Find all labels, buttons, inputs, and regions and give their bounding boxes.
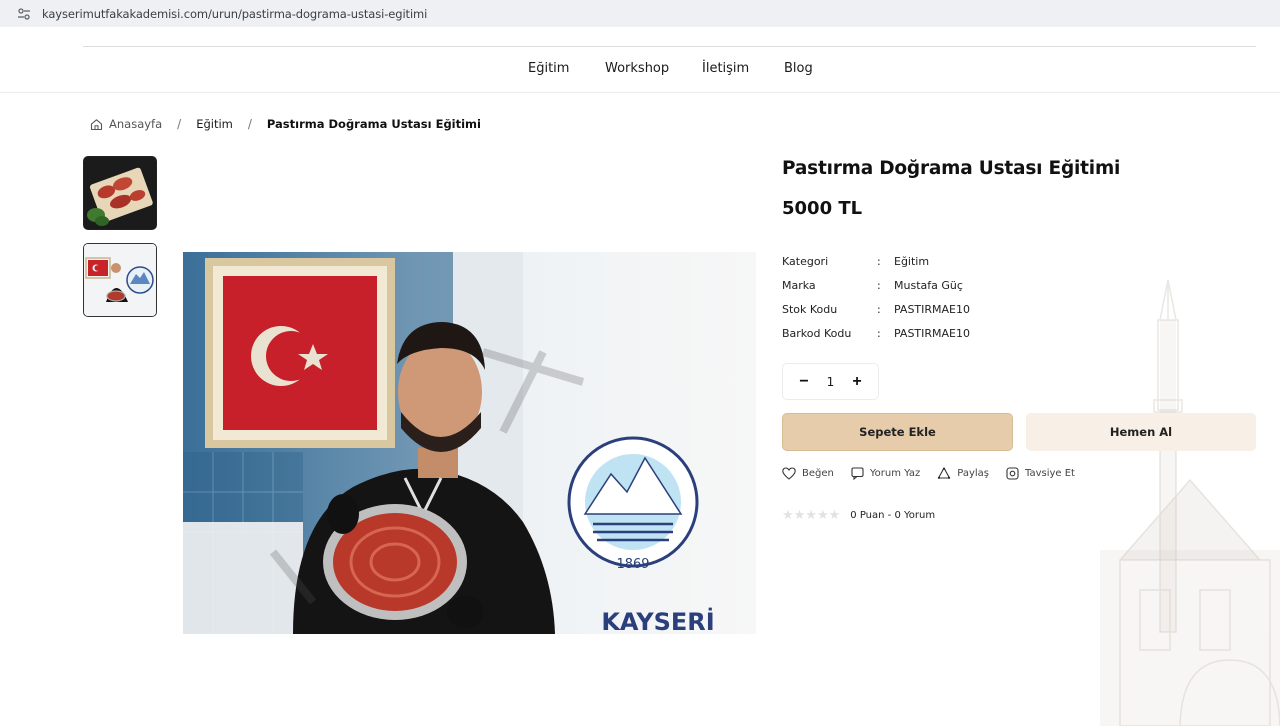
spec-value: Mustafa Güç: [894, 278, 963, 292]
quantity-stepper: − 1 +: [782, 363, 879, 400]
product-thumbnail-2[interactable]: [83, 243, 157, 317]
rating-summary: 0 Puan - 0 Yorum: [850, 510, 936, 521]
breadcrumb-separator: /: [247, 117, 252, 131]
product-rating: ★★★★★ 0 Puan - 0 Yorum: [782, 508, 935, 523]
spec-colon: :: [877, 278, 881, 292]
spec-key: Kategori: [782, 254, 829, 268]
comment-button[interactable]: Yorum Yaz: [851, 466, 921, 480]
breadcrumb-home[interactable]: Anasayfa: [109, 117, 162, 131]
background-illustration: [1080, 260, 1280, 726]
product-specs: Kategori : Eğitim Marka : Mustafa Güç St…: [782, 249, 1082, 345]
spec-value: PASTIRMAE10: [894, 326, 971, 340]
nav-item-workshop[interactable]: Workshop: [605, 58, 669, 76]
nav-item-blog[interactable]: Blog: [784, 58, 813, 76]
emblem-year: 1869: [616, 557, 649, 572]
quantity-decrease-button[interactable]: −: [797, 373, 811, 390]
nav-item-egitim[interactable]: Eğitim: [528, 58, 569, 76]
breadcrumb-separator: /: [177, 117, 182, 131]
quantity-value[interactable]: 1: [827, 375, 835, 389]
breadcrumb-current: Pastırma Doğrama Ustası Eğitimi: [266, 117, 481, 131]
rating-stars[interactable]: ★★★★★: [782, 508, 840, 523]
spec-colon: :: [877, 254, 881, 268]
spec-row-category: Kategori : Eğitim: [782, 249, 1082, 273]
like-button[interactable]: Beğen: [782, 466, 834, 480]
spec-row-barcode: Barkod Kodu : PASTIRMAE10: [782, 321, 1082, 345]
add-to-cart-button[interactable]: Sepete Ekle: [782, 413, 1013, 451]
spec-value: PASTIRMAE10: [894, 302, 971, 316]
spec-key: Stok Kodu: [782, 302, 838, 316]
spec-key: Marka: [782, 278, 816, 292]
product-price: 5000 TL: [782, 198, 863, 219]
product-main-image[interactable]: 1869 KAYSERİ: [183, 252, 756, 634]
breadcrumb-category[interactable]: Eğitim: [196, 117, 233, 131]
banner-text: KAYSERİ: [601, 607, 714, 634]
nav-divider: [0, 92, 1280, 93]
url-text[interactable]: kayserimutfakakademisi.com/urun/pastirma…: [42, 7, 427, 21]
product-title: Pastırma Doğrama Ustası Eğitimi: [782, 158, 1121, 179]
recommend-label: Tavsiye Et: [1025, 467, 1075, 479]
breadcrumb: Anasayfa / Eğitim / Pastırma Doğrama Ust…: [90, 116, 481, 132]
spec-colon: :: [877, 302, 881, 316]
buy-now-button[interactable]: Hemen Al: [1026, 413, 1256, 451]
recommend-icon: [1006, 466, 1019, 480]
site-info-icon[interactable]: [16, 6, 32, 22]
main-nav: Eğitim Workshop İletişim Blog: [0, 58, 1280, 82]
header-divider: [83, 46, 1256, 47]
home-icon[interactable]: [90, 118, 103, 131]
share-button[interactable]: Paylaş: [937, 466, 989, 480]
like-label: Beğen: [802, 467, 834, 479]
spec-row-stock-code: Stok Kodu : PASTIRMAE10: [782, 297, 1082, 321]
recommend-button[interactable]: Tavsiye Et: [1006, 466, 1075, 480]
product-thumbnail-1[interactable]: [83, 156, 157, 230]
comment-label: Yorum Yaz: [869, 467, 921, 479]
share-label: Paylaş: [957, 467, 989, 479]
comment-icon: [851, 466, 864, 480]
heart-icon: [782, 466, 796, 480]
nav-item-iletisim[interactable]: İletişim: [702, 58, 749, 76]
product-actions: Beğen Yorum Yaz Paylaş Tavsiye Et: [782, 464, 1092, 482]
share-icon: [938, 466, 951, 479]
spec-row-brand: Marka : Mustafa Güç: [782, 273, 1082, 297]
spec-value: Eğitim: [894, 254, 930, 268]
spec-key: Barkod Kodu: [782, 326, 852, 340]
browser-address-bar[interactable]: kayserimutfakakademisi.com/urun/pastirma…: [0, 0, 1280, 27]
quantity-increase-button[interactable]: +: [850, 373, 864, 390]
spec-colon: :: [877, 326, 881, 340]
